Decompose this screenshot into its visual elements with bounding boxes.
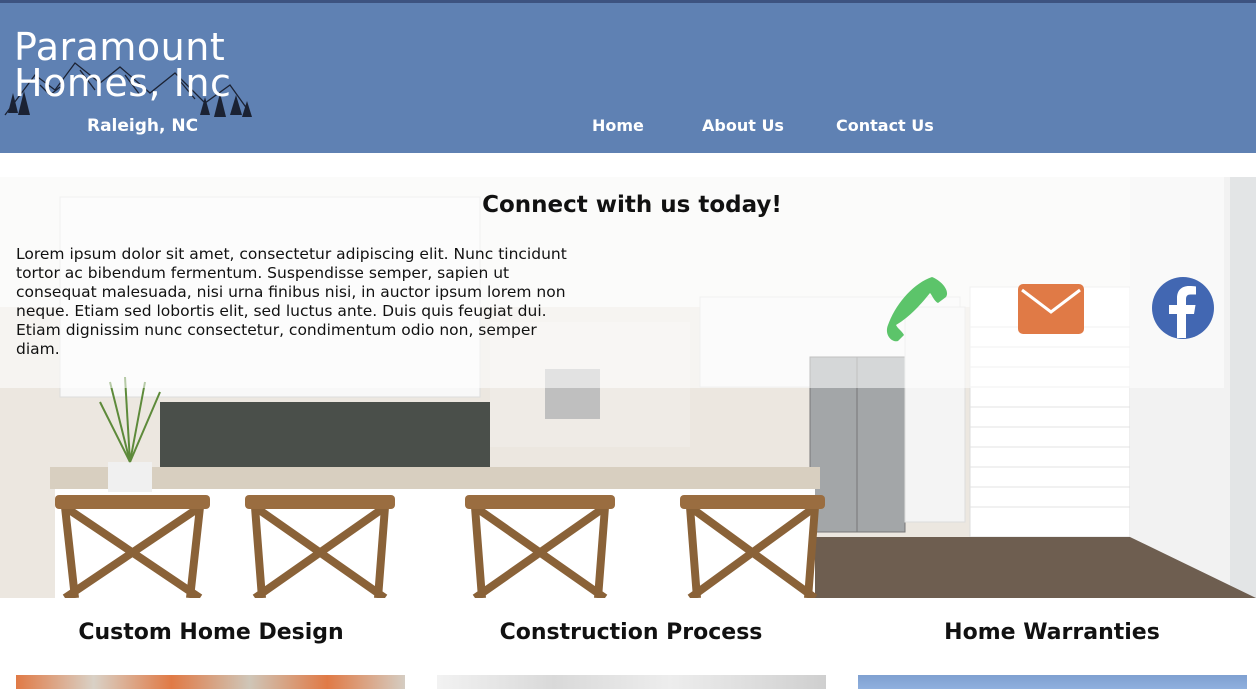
nav-about-us[interactable]: About Us bbox=[702, 116, 784, 135]
brand-name[interactable]: Paramount Homes, Inc bbox=[14, 25, 232, 105]
nav-home[interactable]: Home bbox=[592, 116, 644, 135]
features-section: Custom Home Design Construction Process … bbox=[0, 598, 1256, 689]
brand-line2: Homes, Inc bbox=[14, 61, 232, 105]
feature-image-construction-process[interactable] bbox=[437, 675, 826, 689]
hero-description: Lorem ipsum dolor sit amet, consectetur … bbox=[16, 245, 567, 358]
feature-title-custom-home-design[interactable]: Custom Home Design bbox=[16, 620, 406, 645]
site-header: Paramount Homes, Inc Raleigh, NC Home Ab… bbox=[0, 3, 1256, 153]
brand-line1: Paramount bbox=[14, 25, 226, 69]
tagline: Raleigh, NC bbox=[87, 116, 199, 136]
hero-title: Connect with us today! bbox=[482, 192, 782, 218]
feature-image-home-warranties[interactable] bbox=[858, 675, 1247, 689]
hero-section: Connect with us today! Lorem ipsum dolor… bbox=[0, 177, 1256, 598]
feature-title-construction-process[interactable]: Construction Process bbox=[436, 620, 826, 645]
facebook-icon[interactable] bbox=[1151, 276, 1215, 340]
feature-image-custom-home-design[interactable] bbox=[16, 675, 405, 689]
nav-contact-us[interactable]: Contact Us bbox=[836, 116, 934, 135]
feature-title-home-warranties[interactable]: Home Warranties bbox=[857, 620, 1247, 645]
mail-icon[interactable] bbox=[1018, 284, 1084, 334]
phone-icon[interactable] bbox=[884, 273, 954, 343]
